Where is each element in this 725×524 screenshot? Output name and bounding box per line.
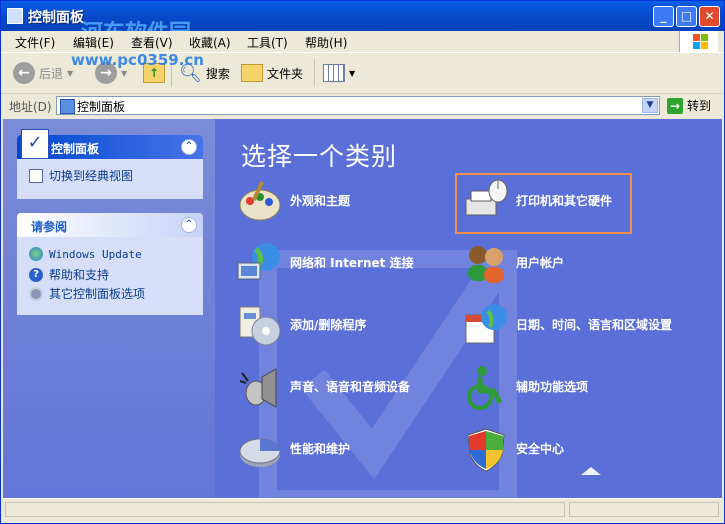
address-label: 地址(D): [9, 100, 52, 114]
control-panel-box: ✓ 控制面板 ⌃ 切换到经典视图: [17, 129, 203, 199]
folders-label: 文件夹: [267, 66, 304, 81]
go-arrow-icon: →: [667, 97, 683, 114]
menu-file[interactable]: 文件(F): [15, 34, 55, 51]
control-panel-checkmark-icon: ✓: [21, 129, 49, 159]
category-label: 辅助功能选项: [516, 380, 589, 394]
category-performance[interactable]: 性能和维护: [236, 425, 350, 473]
category-sound[interactable]: 声音、语音和音频设备: [236, 363, 410, 411]
views-button[interactable]: ▼: [323, 61, 355, 85]
toolbar-separator: [314, 59, 315, 87]
other-options-label: 其它控制面板选项: [49, 287, 146, 301]
category-network[interactable]: 网络和 Internet 连接: [236, 239, 414, 287]
windows-logo-icon: [679, 31, 718, 52]
category-label: 外观和主题: [290, 194, 351, 208]
collapse-chevron-icon[interactable]: ⌃: [181, 139, 197, 155]
status-panel-zone: [569, 502, 719, 517]
category-security-center[interactable]: 安全中心: [462, 425, 564, 473]
category-accessibility[interactable]: 辅助功能选项: [462, 363, 588, 411]
go-label: 转到: [687, 99, 712, 113]
windows-update-link[interactable]: Windows Update: [29, 247, 142, 261]
category-label: 性能和维护: [290, 442, 351, 456]
menu-bar: 文件(F) 编辑(E) 查看(V) 收藏(A) 工具(T) 帮助(H): [1, 31, 724, 53]
status-bar: [3, 498, 722, 521]
pick-category-heading: 选择一个类别: [241, 142, 398, 171]
address-value: 控制面板: [77, 100, 126, 114]
back-label: 后退: [39, 66, 64, 81]
category-date-time-region[interactable]: 日期、时间、语言和区域设置: [462, 301, 678, 349]
other-options-link[interactable]: 其它控制面板选项: [29, 285, 145, 302]
title-bar[interactable]: 控制面板 _ □ ✕: [1, 1, 724, 31]
switch-view-icon: [29, 168, 43, 183]
views-dropdown-icon: ▼: [349, 68, 356, 78]
folders-button[interactable]: 文件夹: [241, 61, 303, 85]
address-bar: 地址(D) 控制面板 ▼ → 转到: [1, 94, 724, 118]
menu-favorites[interactable]: 收藏(A): [189, 34, 231, 51]
security-shield-icon: [462, 425, 510, 473]
menu-edit[interactable]: 编辑(E): [73, 34, 114, 51]
switch-classic-view-link[interactable]: 切换到经典视图: [29, 167, 133, 184]
menu-tools[interactable]: 工具(T): [247, 34, 288, 51]
control-panel-small-icon: [60, 99, 75, 114]
content-area: ✓ 控制面板 ⌃ 切换到经典视图 请参阅 ⌃ Windows Update ? …: [3, 119, 722, 498]
window-title: 控制面板: [28, 10, 84, 26]
status-panel-main: [5, 502, 565, 517]
category-label: 用户帐户: [516, 256, 565, 270]
maximize-button[interactable]: □: [676, 6, 697, 27]
see-also-box: 请参阅 ⌃ Windows Update ? 帮助和支持 其它控制面板选项: [17, 213, 203, 315]
menu-view[interactable]: 查看(V): [131, 34, 173, 51]
scroll-hint-icon: [581, 467, 601, 475]
go-button[interactable]: → 转到: [667, 97, 711, 114]
accessibility-icon: [462, 363, 510, 411]
menu-help[interactable]: 帮助(H): [305, 34, 347, 51]
sound-icon: [236, 363, 284, 411]
add-remove-icon: [236, 301, 284, 349]
help-support-link[interactable]: ? 帮助和支持: [29, 266, 109, 283]
folder-icon: [241, 64, 263, 82]
gear-icon: [29, 286, 43, 301]
see-also-header[interactable]: 请参阅 ⌃: [17, 213, 203, 237]
network-icon: [236, 239, 284, 287]
category-label: 网络和 Internet 连接: [290, 256, 414, 270]
category-user-accounts[interactable]: 用户帐户: [462, 239, 564, 287]
collapse-chevron-icon[interactable]: ⌃: [181, 217, 197, 233]
category-label: 添加/删除程序: [290, 318, 367, 332]
search-label: 搜索: [205, 66, 230, 81]
close-button[interactable]: ✕: [699, 6, 720, 27]
printer-icon: [462, 177, 510, 225]
control-panel-box-header[interactable]: ✓ 控制面板 ⌃: [17, 129, 203, 159]
control-panel-icon: [7, 8, 23, 24]
category-printers-hardware[interactable]: 打印机和其它硬件: [462, 177, 612, 225]
task-pane: ✓ 控制面板 ⌃ 切换到经典视图 请参阅 ⌃ Windows Update ? …: [3, 119, 215, 498]
windows-update-icon: [29, 247, 43, 261]
help-support-label: 帮助和支持: [49, 268, 110, 282]
watermark-url: www.pc0359.cn: [71, 51, 204, 69]
back-button[interactable]: ← 后退 ▼: [13, 61, 73, 85]
category-label: 安全中心: [516, 442, 565, 456]
category-label: 打印机和其它硬件: [516, 194, 613, 208]
category-label: 日期、时间、语言和区域设置: [516, 318, 673, 332]
see-also-title: 请参阅: [31, 220, 68, 234]
back-arrow-icon: ←: [13, 62, 35, 84]
views-grid-icon: [323, 64, 345, 82]
help-icon: ?: [29, 267, 43, 282]
back-dropdown-icon: ▼: [67, 68, 74, 78]
windows-update-label: Windows Update: [49, 247, 142, 261]
date-time-icon: [462, 301, 510, 349]
forward-dropdown-icon: ▼: [121, 68, 128, 78]
switch-view-label: 切换到经典视图: [49, 169, 134, 183]
category-appearance[interactable]: 外观和主题: [236, 177, 350, 225]
control-panel-window: 控制面板 _ □ ✕ 河东软件园 文件(F) 编辑(E) 查看(V) 收藏(A)…: [0, 0, 725, 524]
address-dropdown-icon[interactable]: ▼: [642, 98, 658, 113]
minimize-button[interactable]: _: [653, 6, 674, 27]
category-label: 声音、语音和音频设备: [290, 380, 411, 394]
users-icon: [462, 239, 510, 287]
performance-icon: [236, 425, 284, 473]
address-field[interactable]: 控制面板 ▼: [56, 96, 660, 115]
appearance-icon: [236, 177, 284, 225]
category-add-remove[interactable]: 添加/删除程序: [236, 301, 366, 349]
control-panel-box-title: 控制面板: [51, 142, 100, 156]
